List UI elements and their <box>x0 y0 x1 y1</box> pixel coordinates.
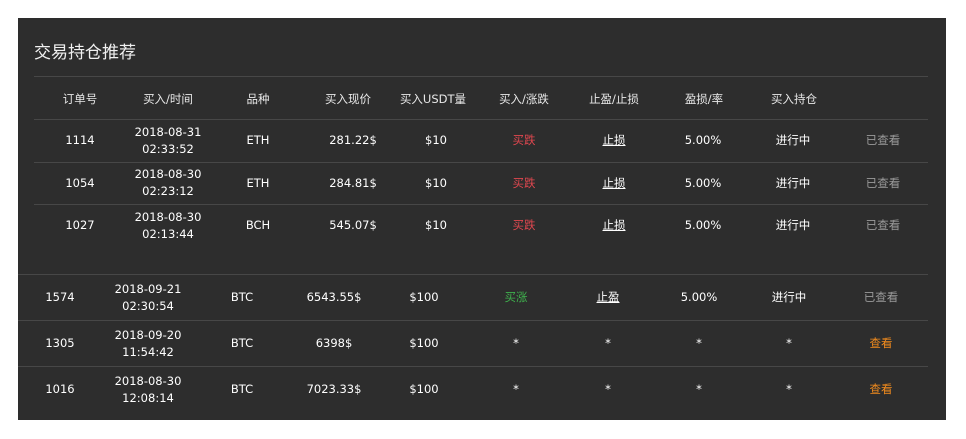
stop-placeholder: * <box>605 336 611 350</box>
order-id: 1054 <box>65 176 95 190</box>
order-id: 1016 <box>45 382 75 396</box>
buy-time: 2018-08-31 02:33:52 <box>134 125 202 156</box>
header-hold: 买入持仓 <box>771 92 817 106</box>
coin: ETH <box>246 176 270 190</box>
buy-time: 2018-09-20 11:54:42 <box>114 328 182 359</box>
divider <box>18 320 928 321</box>
panel-title: 交易持仓推荐 <box>34 43 136 63</box>
header-order-id: 订单号 <box>62 92 98 106</box>
direction-down: 买跌 <box>512 176 536 190</box>
hold-status: * <box>786 336 792 350</box>
header-coin: 品种 <box>246 92 270 106</box>
coin: ETH <box>246 133 270 147</box>
usdt-qty: $10 <box>425 218 447 232</box>
trade-panel: 交易持仓推荐 订单号 买入/时间 品种 买入现价 买入USDT量 买入/涨跌 止… <box>18 18 946 420</box>
order-id: 1305 <box>45 336 75 350</box>
hold-status: 进行中 <box>775 176 811 190</box>
header-usdt: 买入USDT量 <box>399 92 467 106</box>
divider <box>18 366 928 367</box>
usdt-qty: $10 <box>425 133 447 147</box>
order-id: 1574 <box>45 290 75 304</box>
buy-time: 2018-09-21 02:30:54 <box>114 282 182 313</box>
divider <box>18 274 928 275</box>
direction-up: 买涨 <box>504 290 528 304</box>
buy-price: 545.07$ <box>329 218 377 232</box>
header-price: 买入现价 <box>325 92 371 106</box>
rate: * <box>696 382 702 396</box>
header-rate: 盈损/率 <box>684 92 724 106</box>
buy-price: 284.81$ <box>329 176 377 190</box>
viewed-link[interactable]: 已查看 <box>858 175 908 192</box>
hold-status: 进行中 <box>775 218 811 232</box>
buy-price: 6398$ <box>315 336 353 350</box>
usdt-qty: $100 <box>409 336 439 350</box>
buy-price: 7023.33$ <box>306 382 362 396</box>
rate: 5.00% <box>684 218 722 232</box>
hold-status: * <box>786 382 792 396</box>
stop-link[interactable]: 止损 <box>594 175 634 192</box>
hold-status: 进行中 <box>771 290 807 304</box>
view-link[interactable]: 查看 <box>856 381 906 398</box>
coin: BCH <box>245 218 271 232</box>
view-link[interactable]: 查看 <box>856 335 906 352</box>
stop-link[interactable]: 止损 <box>594 132 634 149</box>
rate: * <box>696 336 702 350</box>
viewed-link[interactable]: 已查看 <box>858 132 908 149</box>
direction-down: 买跌 <box>512 218 536 232</box>
stop-link[interactable]: 止损 <box>594 217 634 234</box>
usdt-qty: $100 <box>409 382 439 396</box>
divider <box>34 119 928 120</box>
order-id: 1027 <box>65 218 95 232</box>
direction-placeholder: * <box>513 336 519 350</box>
usdt-qty: $10 <box>425 176 447 190</box>
coin: BTC <box>230 382 254 396</box>
rate: 5.00% <box>684 176 722 190</box>
hold-status: 进行中 <box>775 133 811 147</box>
direction-placeholder: * <box>513 382 519 396</box>
buy-time: 2018-08-30 12:08:14 <box>114 374 182 405</box>
buy-time: 2018-08-30 02:23:12 <box>134 167 202 198</box>
buy-price: 281.22$ <box>329 133 377 147</box>
header-stop: 止盈/止损 <box>589 92 639 106</box>
divider <box>34 162 928 163</box>
order-id: 1114 <box>65 133 95 147</box>
usdt-qty: $100 <box>409 290 439 304</box>
divider <box>34 76 928 77</box>
direction-down: 买跌 <box>512 133 536 147</box>
header-direction: 买入/涨跌 <box>499 92 549 106</box>
rate: 5.00% <box>684 133 722 147</box>
divider <box>34 204 928 205</box>
stop-link[interactable]: 止盈 <box>588 289 628 306</box>
stop-placeholder: * <box>605 382 611 396</box>
header-buy-time: 买入/时间 <box>143 92 193 106</box>
buy-price: 6543.55$ <box>306 290 362 304</box>
coin: BTC <box>230 290 254 304</box>
viewed-link[interactable]: 已查看 <box>858 217 908 234</box>
viewed-link[interactable]: 已查看 <box>856 289 906 306</box>
coin: BTC <box>230 336 254 350</box>
rate: 5.00% <box>680 290 718 304</box>
buy-time: 2018-08-30 02:13:44 <box>134 210 202 241</box>
